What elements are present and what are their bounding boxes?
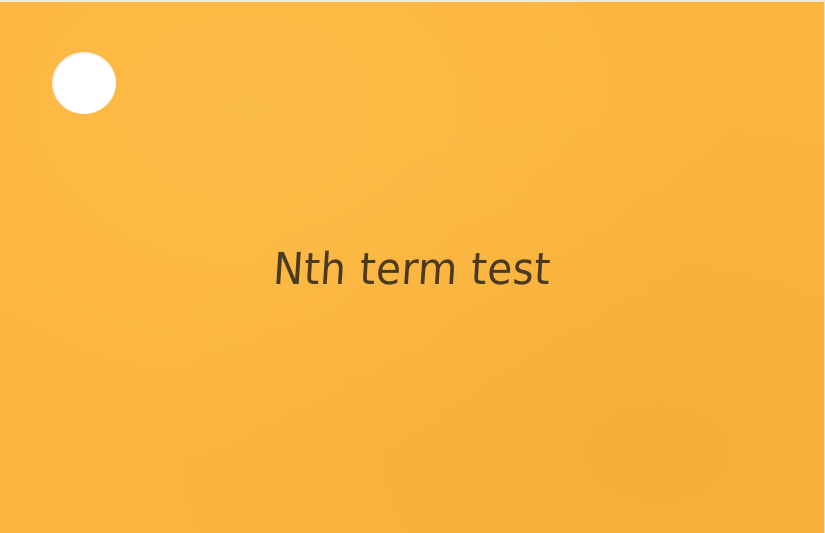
index-card: Nth term test bbox=[0, 0, 825, 533]
card-title: Nth term test bbox=[271, 244, 553, 295]
punch-hole bbox=[52, 52, 116, 114]
